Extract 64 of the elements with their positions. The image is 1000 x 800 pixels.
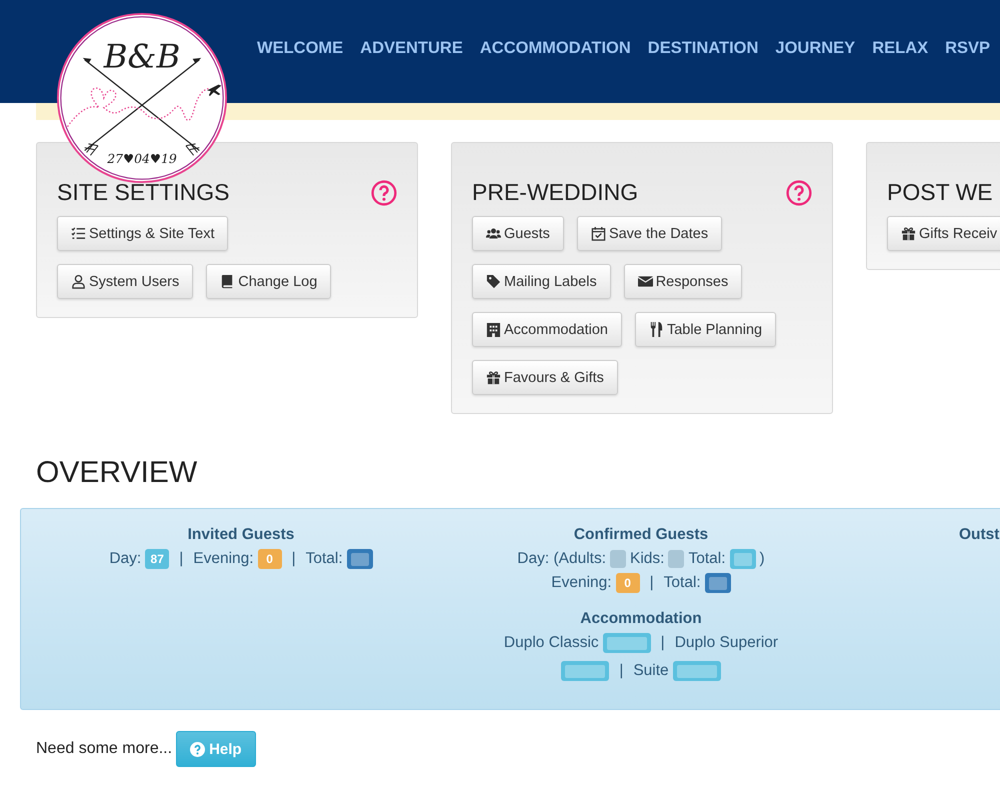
stat-title: Invited Guests <box>188 526 294 544</box>
stat-label: Total: <box>306 549 343 569</box>
logo-date: 27♥04♥19 <box>107 150 177 166</box>
separator: | <box>179 549 184 569</box>
card-title: SITE SETTINGS <box>57 179 230 206</box>
admin-button[interactable]: Gifts Receiv <box>887 216 1000 251</box>
admin-button[interactable]: Mailing Labels <box>472 264 611 299</box>
checklist-icon <box>71 226 86 241</box>
envelope-icon <box>638 274 653 289</box>
stat-label: Day: (Adults: <box>517 549 606 569</box>
stat-label: Evening: <box>551 573 612 593</box>
stat-label: Total: <box>688 549 726 569</box>
redacted-value <box>610 550 626 568</box>
admin-button[interactable]: Save the Dates <box>576 216 722 251</box>
stat-label: Duplo Classic <box>504 633 599 653</box>
overview-heading: OVERVIEW <box>36 456 198 490</box>
card-title: POST WE <box>887 179 993 206</box>
separator: | <box>660 633 665 653</box>
redacted-value <box>668 550 684 568</box>
count-badge: 0 <box>258 549 282 569</box>
admin-button[interactable]: System Users <box>57 264 194 299</box>
card-title: PRE-WEDDING <box>472 179 638 206</box>
gift-icon <box>486 370 501 385</box>
stat-title: Confirmed Guests <box>574 526 708 544</box>
nav-link[interactable]: JOURNEY <box>775 39 856 58</box>
count-badge: 87 <box>145 549 170 569</box>
separator: | <box>650 573 654 593</box>
admin-button[interactable]: Change Log <box>206 264 332 299</box>
nav-link[interactable]: RELAX <box>872 39 928 58</box>
admin-button[interactable]: Guests <box>472 216 564 251</box>
admin-button[interactable]: Settings & Site Text <box>57 216 228 251</box>
help-icon[interactable] <box>786 180 812 206</box>
count-badge: 0 <box>616 573 640 593</box>
nav-link[interactable]: RSVP <box>945 39 990 58</box>
stat-title: Outst <box>959 526 1000 544</box>
admin-button[interactable]: Responses <box>624 264 742 299</box>
help-icon <box>190 742 206 756</box>
separator: | <box>292 549 296 569</box>
stat-label: Day: <box>109 549 142 569</box>
stat-label: Suite <box>633 661 669 681</box>
gift-icon <box>901 226 916 241</box>
nav-link[interactable]: ADVENTURE <box>360 39 463 58</box>
nav-link[interactable]: DESTINATION <box>648 39 758 58</box>
stat-label: Duplo Superior <box>674 633 778 653</box>
admin-button[interactable]: Favours & Gifts <box>472 360 618 395</box>
help-icon[interactable] <box>371 180 397 206</box>
stat-label: Evening: <box>193 549 254 569</box>
logo-monogram: B&B <box>104 37 180 76</box>
separator: | <box>619 661 624 681</box>
stat-label: Total: <box>664 573 701 593</box>
users-icon <box>486 226 501 241</box>
admin-button[interactable]: Accommodation <box>472 312 622 347</box>
admin-button[interactable]: Table Planning <box>634 312 776 347</box>
help-prompt: Need some more... <box>36 740 172 758</box>
utensils-icon <box>648 322 664 337</box>
building-icon <box>486 322 501 337</box>
stat-title: Accommodation <box>580 610 702 628</box>
nav-link[interactable]: ACCOMMODATION <box>480 39 631 58</box>
nav-link[interactable]: WELCOME <box>257 39 344 58</box>
tag-icon <box>486 274 501 289</box>
user-icon <box>71 274 86 289</box>
stat-label: Kids: <box>630 549 664 569</box>
stat-label: ) <box>760 549 765 569</box>
calendar-check-icon <box>590 226 606 241</box>
